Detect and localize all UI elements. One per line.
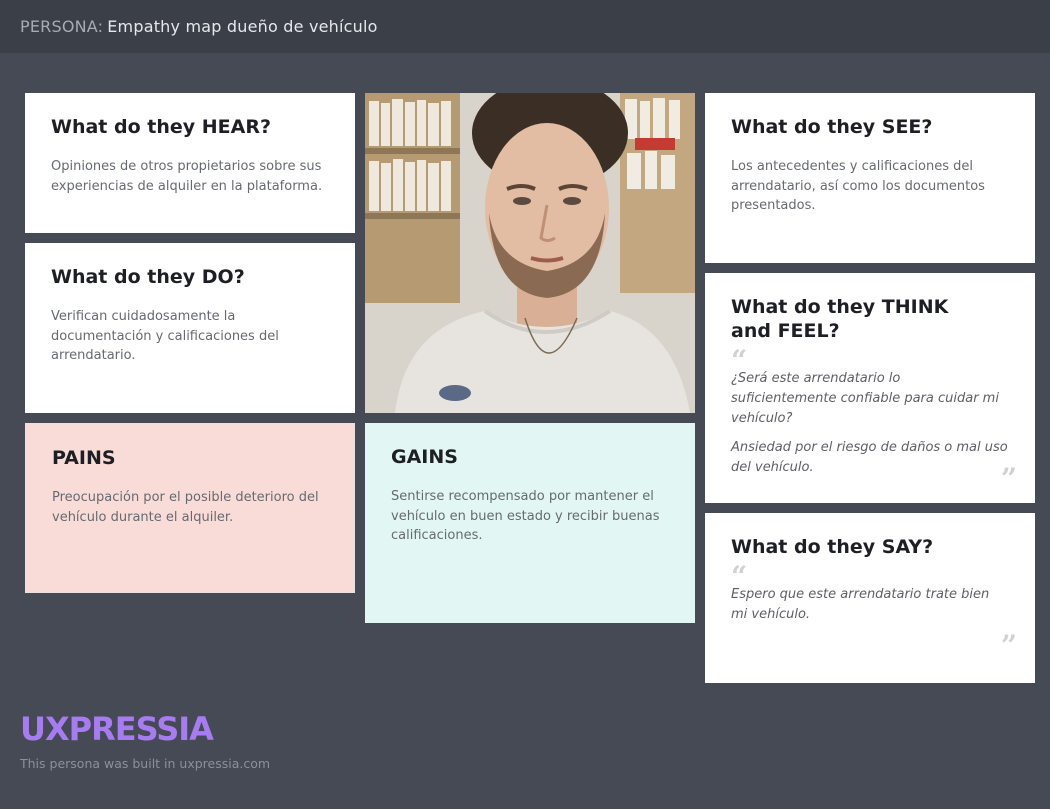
say-quote: Espero que este arrendatario trate bien … (731, 587, 990, 622)
hear-body: Opiniones de otros propietarios sobre su… (51, 159, 323, 194)
do-card: What do they DO? Verifican cuidadosament… (25, 243, 355, 413)
see-card: What do they SEE? Los antecedentes y cal… (705, 93, 1035, 263)
see-body: Los antecedentes y calificaciones del ar… (731, 159, 985, 213)
hear-title: What do they HEAR? (51, 116, 272, 138)
gains-card: GAINS Sentirse recompensado por mantener… (365, 423, 695, 623)
pains-title: PAINS (52, 447, 116, 469)
think-feel-title-line1: What do they THINK (731, 296, 949, 318)
do-body: Verifican cuidadosamente la documentació… (51, 309, 279, 363)
think-feel-title-line2: and FEEL? (731, 320, 840, 342)
uxpressia-logo[interactable]: UXPRESSIA (20, 710, 214, 748)
close-quote-icon: ” (1000, 462, 1017, 495)
do-title: What do they DO? (51, 266, 245, 288)
think-feel-card: What do they THINK and FEEL? “ ¿Será est… (705, 273, 1035, 503)
pains-body: Preocupación por el posible deterioro de… (52, 490, 319, 525)
header-bar: PERSONA: Empathy map dueño de vehículo (0, 0, 1050, 53)
think-feel-title: What do they THINK and FEEL? (731, 295, 1009, 343)
page-title: Empathy map dueño de vehículo (107, 17, 378, 36)
gains-title: GAINS (391, 446, 458, 468)
hear-card: What do they HEAR? Opiniones de otros pr… (25, 93, 355, 233)
pains-card: PAINS Preocupación por el posible deteri… (25, 423, 355, 593)
see-title: What do they SEE? (731, 116, 933, 138)
persona-prefix: PERSONA: (20, 17, 104, 36)
open-quote-icon: “ (731, 560, 748, 593)
open-quote-icon: “ (731, 344, 748, 377)
think-feel-quote-2: Ansiedad por el riesgo de daños o mal us… (731, 440, 1008, 475)
persona-photo (365, 93, 695, 413)
gains-body: Sentirse recompensado por mantener el ve… (391, 489, 660, 543)
footer-note: This persona was built in uxpressia.com (20, 756, 271, 771)
think-feel-quote-1: ¿Será este arrendatario lo suficientemen… (731, 371, 999, 426)
say-title: What do they SAY? (731, 536, 934, 558)
close-quote-icon: ” (1000, 629, 1017, 662)
say-card: What do they SAY? “ Espero que este arre… (705, 513, 1035, 683)
